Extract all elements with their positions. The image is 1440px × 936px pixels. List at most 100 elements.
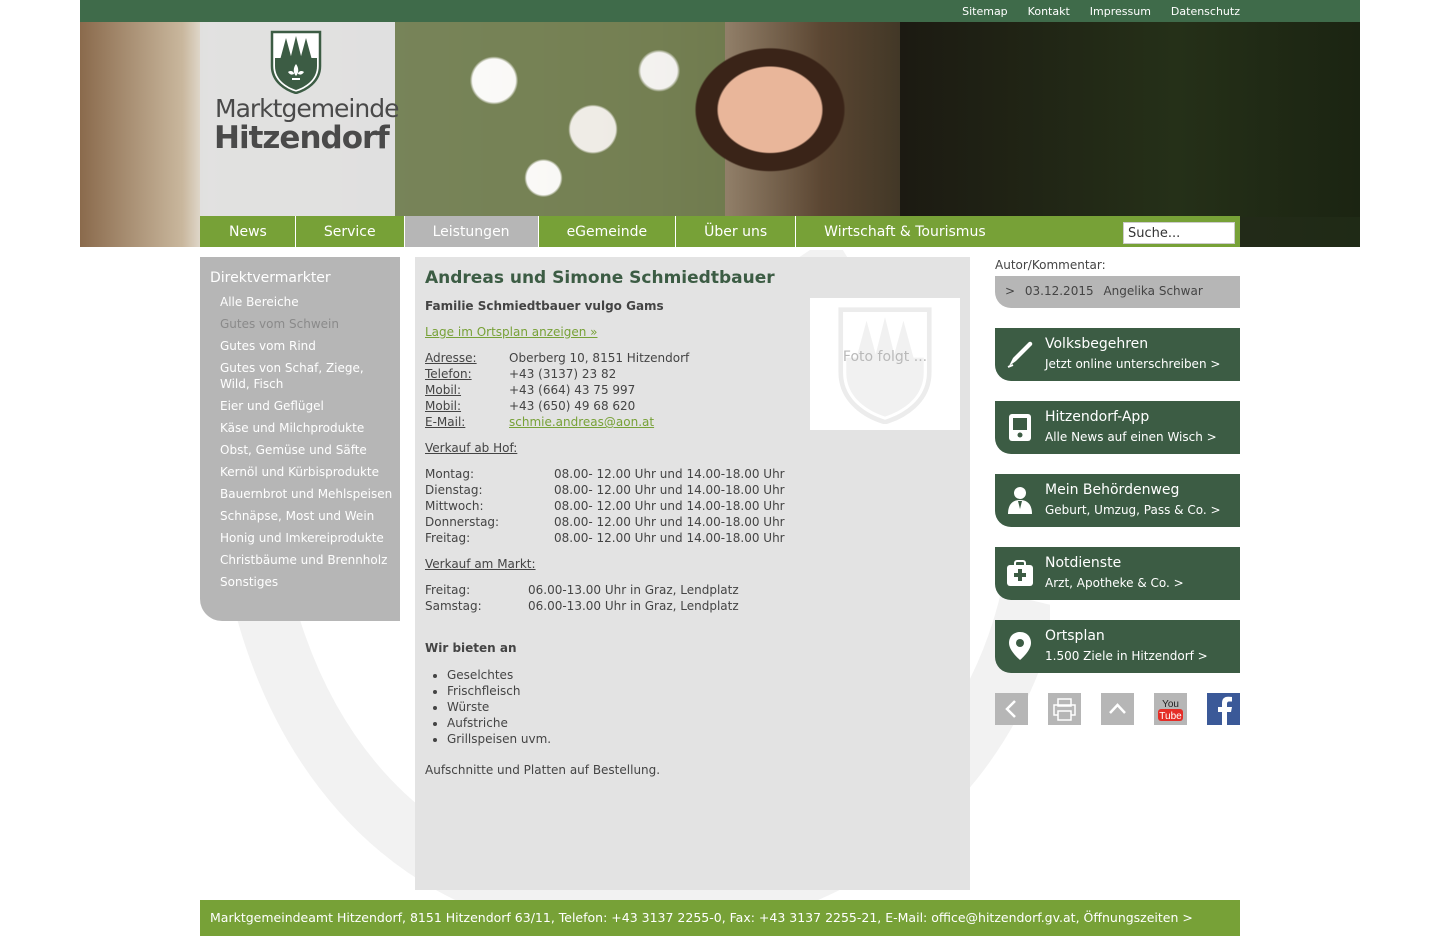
main-content: Andreas und Simone Schmiedtbauer Familie…: [415, 257, 970, 890]
nav-wirtschaft-tourismus[interactable]: Wirtschaft & Tourismus: [796, 216, 1013, 248]
kontakt-link[interactable]: Kontakt: [1028, 5, 1070, 18]
banner-background: [900, 22, 1360, 217]
contact-label: Telefon:: [425, 367, 472, 381]
service-behoerdenweg[interactable]: Mein Behördenweg Geburt, Umzug, Pass & C…: [995, 474, 1240, 527]
hours-day: Freitag:: [425, 583, 471, 597]
service-subtitle: Alle News auf einen Wisch >: [1045, 430, 1217, 444]
nav-egemeinde[interactable]: eGemeinde: [537, 216, 676, 247]
contact-value: +43 (650) 49 68 620: [509, 399, 636, 413]
youtube-icon[interactable]: You Tube: [1154, 693, 1187, 725]
service-volksbegehren[interactable]: Volksbegehren Jetzt online unterschreibe…: [995, 328, 1240, 381]
search-input[interactable]: [1123, 222, 1235, 244]
print-icon[interactable]: [1048, 693, 1081, 725]
contact-value: +43 (3137) 23 82: [509, 367, 617, 381]
pen-icon: [1007, 341, 1033, 368]
service-title: Hitzendorf-App: [1045, 409, 1150, 425]
author-date: 03.12.2015: [1024, 284, 1094, 298]
hours-row: Montag: 08.00- 12.00 Uhr und 14.00-18.00 …: [425, 467, 785, 483]
contact-label: Mobil:: [425, 383, 462, 397]
service-title: Notdienste: [1045, 555, 1122, 571]
author-marker: >: [1005, 284, 1016, 298]
offer-item: Aufstriche: [447, 715, 551, 731]
top-links: Sitemap Kontakt Impressum Datenschutz: [962, 5, 1240, 18]
email-link[interactable]: schmie.andreas@aon.at: [509, 415, 654, 431]
market-hours: Freitag: 06.00-13.00 Uhr in Graz, Lendpla…: [425, 583, 739, 615]
crest-watermark-icon: [838, 307, 932, 424]
page-title: Andreas und Simone Schmiedtbauer: [425, 268, 775, 288]
contact-row: Telefon: +43 (3137) 23 82: [425, 367, 689, 383]
contact-row: Mobil: +43 (650) 49 68 620: [425, 399, 689, 415]
sidebar-item[interactable]: Schnäpse, Most und Wein: [220, 508, 395, 524]
author-label: Autor/Kommentar:: [995, 258, 1106, 272]
logo-line1: Marktgemeinde: [215, 94, 399, 123]
sidebar-item[interactable]: Alle Bereiche: [220, 294, 395, 310]
service-subtitle: 1.500 Ziele in Hitzendorf >: [1045, 649, 1208, 663]
logo-line2: Hitzendorf: [214, 120, 390, 156]
hours-time: 06.00-13.00 Uhr in Graz, Lendplatz: [528, 583, 739, 597]
author-name: Angelika Schwar: [1103, 284, 1203, 298]
sidebar-list: Alle Bereiche Gutes vom Schwein Gutes vo…: [220, 294, 395, 596]
contact-label: E-Mail:: [425, 415, 466, 429]
sidebar-item[interactable]: Bauernbrot und Mehlspeisen: [220, 486, 395, 502]
sidebar-item[interactable]: Honig und Imkereiprodukte: [220, 530, 395, 546]
hours-time: 08.00- 12.00 Uhr und 14.00-18.00 Uhr: [554, 483, 785, 497]
sidebar-item[interactable]: Gutes vom Rind: [220, 338, 395, 354]
nav-service[interactable]: Service: [294, 216, 404, 247]
nav-ueber-uns[interactable]: Über uns: [675, 216, 796, 247]
sidebar-item[interactable]: Obst, Gemüse und Säfte: [220, 442, 395, 458]
hours-row: Samstag: 06.00-13.00 Uhr in Graz, Lendpla…: [425, 599, 739, 615]
sidebar-item[interactable]: Gutes von Schaf, Ziege, Wild, Fisch: [220, 360, 395, 392]
main-nav: News Service Leistungen eGemeinde Über u…: [200, 216, 1240, 247]
back-icon[interactable]: [995, 693, 1028, 725]
service-app[interactable]: Hitzendorf-App Alle News auf einen Wisch…: [995, 401, 1240, 454]
nav-fill: Wirtschaft & Tourismus: [795, 216, 1240, 247]
market-sale-heading: Verkauf am Markt:: [425, 557, 536, 571]
nav-leistungen[interactable]: Leistungen: [403, 216, 538, 247]
hours-day: Samstag:: [425, 599, 482, 613]
photo-placeholder: Foto folgt ...: [810, 298, 960, 430]
top-bar: Sitemap Kontakt Impressum Datenschutz: [80, 0, 1360, 22]
sidebar-item[interactable]: Kernöl und Kürbisprodukte: [220, 464, 395, 480]
offer-item: Geselchtes: [447, 667, 551, 683]
hours-day: Donnerstag:: [425, 515, 500, 529]
sidebar-item-current[interactable]: Gutes vom Schwein: [220, 316, 395, 332]
phone-icon: [1009, 414, 1031, 441]
hours-day: Freitag:: [425, 531, 471, 545]
category-sidebar: Direktvermarkter Alle Bereiche Gutes vom…: [200, 257, 400, 621]
offer-item: Grillspeisen uvm.: [447, 731, 551, 747]
contact-label: Mobil:: [425, 399, 462, 413]
hours-time: 08.00- 12.00 Uhr und 14.00-18.00 Uhr: [554, 515, 785, 529]
hours-time: 08.00- 12.00 Uhr und 14.00-18.00 Uhr: [554, 499, 785, 513]
utility-icons: You Tube: [995, 693, 1240, 725]
service-title: Ortsplan: [1045, 628, 1105, 644]
header-banner: Marktgemeinde Hitzendorf: [80, 22, 1360, 247]
hours-day: Mittwoch:: [425, 499, 484, 513]
facebook-icon[interactable]: [1207, 693, 1240, 725]
hours-row: Dienstag: 08.00- 12.00 Uhr und 14.00-18.0…: [425, 483, 785, 499]
sidebar-item[interactable]: Käse und Milchprodukte: [220, 420, 395, 436]
service-notdienste[interactable]: Notdienste Arzt, Apotheke & Co. >: [995, 547, 1240, 600]
hours-day: Dienstag:: [425, 483, 483, 497]
datenschutz-link[interactable]: Datenschutz: [1171, 5, 1240, 18]
contact-value: +43 (664) 43 75 997: [509, 383, 636, 397]
sitemap-link[interactable]: Sitemap: [962, 5, 1008, 18]
offer-item: Würste: [447, 699, 551, 715]
crest-icon: [270, 30, 322, 94]
sidebar-item[interactable]: Christbäume und Brennholz: [220, 552, 395, 568]
map-link[interactable]: Lage im Ortsplan anzeigen »: [425, 325, 598, 339]
hours-day: Montag:: [425, 467, 475, 481]
hours-row: Donnerstag: 08.00- 12.00 Uhr und 14.00-18…: [425, 515, 785, 531]
scroll-top-icon[interactable]: [1101, 693, 1134, 725]
contact-row: E-Mail: schmie.andreas@aon.at: [425, 415, 689, 431]
impressum-link[interactable]: Impressum: [1090, 5, 1151, 18]
offer-heading: Wir bieten an: [425, 641, 517, 655]
contact-table: Adresse: Oberberg 10, 8151 Hitzendorf Te…: [425, 351, 689, 431]
logo[interactable]: Marktgemeinde Hitzendorf: [200, 22, 399, 217]
sidebar-item[interactable]: Eier und Geflügel: [220, 398, 395, 414]
contact-row: Adresse: Oberberg 10, 8151 Hitzendorf: [425, 351, 689, 367]
service-title: Mein Behördenweg: [1045, 482, 1180, 498]
footer[interactable]: Marktgemeindeamt Hitzendorf, 8151 Hitzen…: [200, 900, 1240, 936]
nav-news[interactable]: News: [200, 216, 295, 247]
sidebar-item[interactable]: Sonstiges: [220, 574, 395, 590]
service-ortsplan[interactable]: Ortsplan 1.500 Ziele in Hitzendorf >: [995, 620, 1240, 673]
